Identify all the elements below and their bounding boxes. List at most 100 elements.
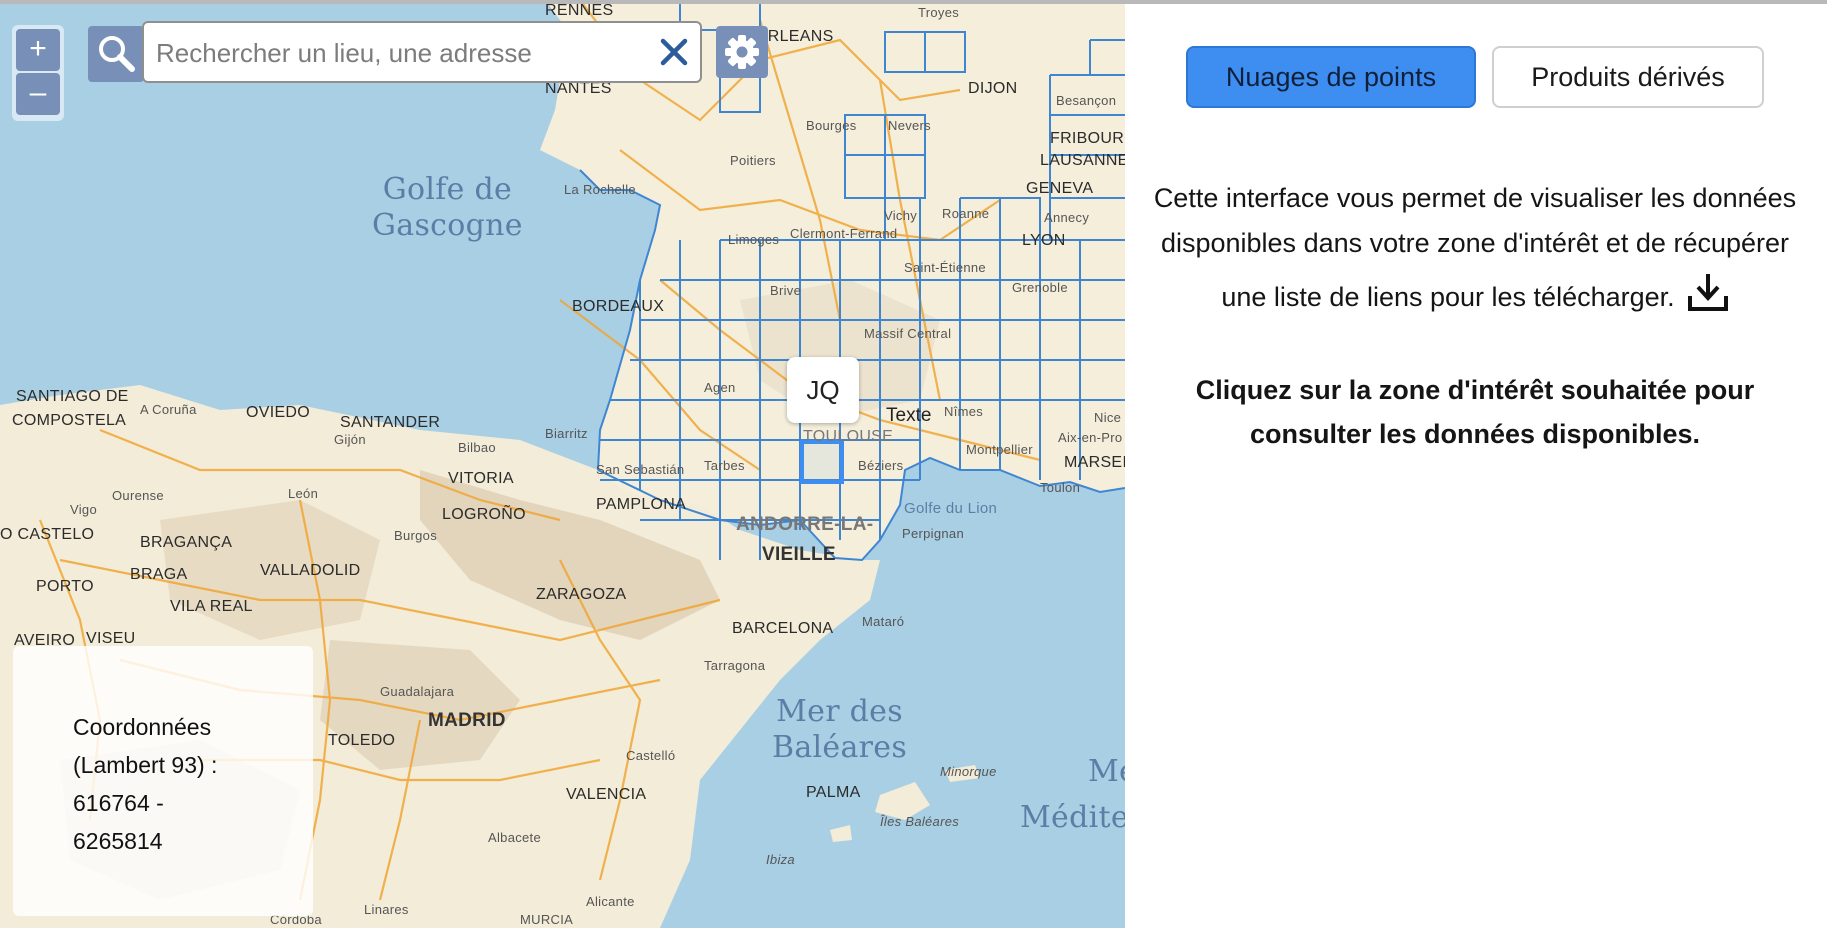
map-sea-label: Me <box>1088 754 1125 789</box>
map-sea-label: Golfe de Gascogne <box>372 172 523 243</box>
map-label: BRAGA <box>130 566 188 583</box>
map-label: Nevers <box>888 118 931 133</box>
map-sea-label: Mer des Baléares <box>772 694 908 765</box>
map-label: LAUSANNE <box>1040 152 1125 169</box>
map-label: PALMA <box>806 784 861 801</box>
map-label: Troyes <box>918 5 960 20</box>
map-label: DIJON <box>968 80 1018 97</box>
map-label: León <box>288 486 319 501</box>
download-icon <box>1687 274 1728 311</box>
map-label: Nice <box>1094 410 1122 425</box>
map-label: Bourges <box>806 118 857 133</box>
map-label: VIEILLE <box>762 544 836 565</box>
map-label: Perpignan <box>902 526 964 541</box>
map-label: Poitiers <box>730 153 776 168</box>
map-label: Roanne <box>942 206 990 221</box>
map-sea-label: Méditer <box>1020 800 1125 835</box>
map-label: Nîmes <box>944 404 984 419</box>
map-label: La Rochelle <box>564 182 636 197</box>
map-label: MARSEI <box>1064 454 1125 471</box>
zoom-out-button[interactable]: – <box>16 73 60 115</box>
tile-name-popup: JQ <box>787 357 859 423</box>
map-label: VITORIA <box>448 470 514 487</box>
intro-line-text: une liste de liens pour les télécharger. <box>1221 282 1675 312</box>
search-button[interactable] <box>88 26 144 82</box>
map-label: Linares <box>364 902 409 917</box>
map-label: Guadalajara <box>380 684 455 699</box>
map-view[interactable]: RENNES Troyes ORLEANS NANTES DIJON Bourg… <box>0 0 1125 928</box>
map-label: GENEVA <box>1026 180 1094 197</box>
map-label: Golfe du Lion <box>904 500 998 517</box>
map-label: LOGROÑO <box>442 506 526 523</box>
map-label: Bilbao <box>458 440 496 455</box>
map-label: Mataró <box>862 614 905 629</box>
intro-line: une liste de liens pour les télécharger. <box>1125 266 1825 328</box>
map-label: Vigo <box>70 502 97 517</box>
map-label: Grenoble <box>1012 280 1068 295</box>
map-label: Ourense <box>112 488 164 503</box>
gear-icon <box>725 35 759 69</box>
map-label: Burgos <box>394 528 437 543</box>
map-label: COMPOSTELA <box>12 412 127 429</box>
map-label: A Coruña <box>140 402 197 417</box>
map-label: Castelló <box>626 748 676 763</box>
map-label: LYON <box>1022 232 1066 249</box>
map-label: Albacete <box>488 830 541 845</box>
tab-point-clouds[interactable]: Nuages de points <box>1186 46 1476 108</box>
map-label: Brive <box>770 283 802 298</box>
map-label: Ibiza <box>766 852 795 867</box>
map-label: Tarragona <box>704 658 766 673</box>
coordinates-box: Coordonnées (Lambert 93) : 616764 - 6265… <box>13 646 313 916</box>
map-label: BORDEAUX <box>572 298 665 315</box>
instruction-text: Cliquez sur la zone d'intérêt souhaitée … <box>1125 368 1825 456</box>
map-label: Saint-Étienne <box>904 260 986 275</box>
map-label: VILA REAL <box>170 598 253 615</box>
map-label: PORTO <box>36 578 94 595</box>
map-label: Minorque <box>940 764 997 779</box>
coordinates-label: Coordonnées <box>73 714 212 740</box>
map-label: Îles Baléares <box>880 814 960 829</box>
selected-tile[interactable] <box>800 440 844 484</box>
coordinates-system: (Lambert 93) : <box>73 752 218 778</box>
close-icon <box>660 38 688 66</box>
tab-derived-products[interactable]: Produits dérivés <box>1492 46 1764 108</box>
map-label: BRAGANÇA <box>140 534 233 551</box>
top-border <box>0 0 1827 4</box>
intro-text: Cette interface vous permet de visualise… <box>1125 176 1825 328</box>
settings-button[interactable] <box>716 26 768 78</box>
intro-line: disponibles dans votre zone d'intérêt et… <box>1160 228 1790 258</box>
intro-line: Cette interface vous permet de visualise… <box>1153 183 1797 213</box>
map-label: TOLEDO <box>328 732 396 749</box>
map-label: Massif Central <box>864 326 952 341</box>
search-input[interactable] <box>154 33 638 73</box>
map-label: Tarbes <box>704 458 745 473</box>
map-label: TOULOUSE <box>803 428 894 445</box>
map-label: O CASTELO <box>0 526 95 543</box>
zoom-control: + – <box>12 25 64 121</box>
map-label: ZARAGOZA <box>536 586 627 603</box>
map-label: VALENCIA <box>566 786 647 803</box>
map-label: MADRID <box>428 710 506 731</box>
map-label: Gijón <box>334 432 366 447</box>
map-label: BARCELONA <box>732 620 834 637</box>
map-label: Biarritz <box>545 426 588 441</box>
map-label: MURCIA <box>520 912 574 927</box>
map-label: Annecy <box>1044 210 1090 225</box>
coordinates-y: 6265814 <box>73 828 163 854</box>
map-label: San Sebastián <box>596 462 685 477</box>
map-label: RENNES <box>545 2 614 19</box>
map-label: Aix-en-Pro <box>1058 430 1123 445</box>
search-icon <box>99 36 135 72</box>
map-label: OVIEDO <box>246 404 311 421</box>
zoom-in-button[interactable]: + <box>16 29 60 71</box>
instruction-line: Cliquez sur la zone d'intérêt souhaitée … <box>1195 375 1755 405</box>
map-label: Montpellier <box>966 442 1033 457</box>
map-label: VALLADOLID <box>260 562 361 579</box>
map-label: Clermont-Ferrand <box>790 226 898 241</box>
map-label: Agen <box>704 380 736 395</box>
coordinates-x: 616764 - <box>73 790 164 816</box>
clear-search-button[interactable] <box>655 33 693 71</box>
map-label: Alicante <box>586 894 635 909</box>
map-label: Vichy <box>884 208 918 223</box>
map-label: FRIBOURG <box>1050 130 1125 147</box>
